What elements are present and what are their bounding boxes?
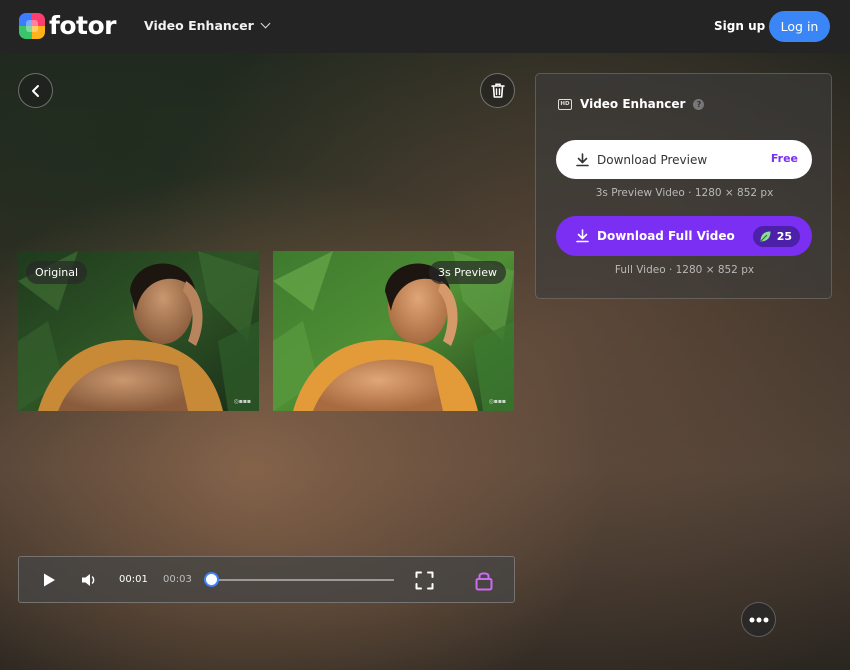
download-panel: HD Video Enhancer ? Download Preview Fre… bbox=[535, 73, 832, 299]
more-options-button[interactable] bbox=[741, 602, 776, 637]
duration-time: 00:03 bbox=[163, 574, 192, 585]
volume-icon[interactable] bbox=[81, 572, 98, 588]
play-icon[interactable] bbox=[41, 572, 57, 588]
video-player-controls: 00:01 00:03 bbox=[18, 556, 515, 603]
more-icon bbox=[749, 617, 768, 622]
nav-video-enhancer-label: Video Enhancer bbox=[144, 18, 254, 33]
free-badge: Free bbox=[770, 152, 798, 165]
top-header: fotor Video Enhancer Sign up Log in bbox=[0, 0, 850, 53]
nav-video-enhancer-menu[interactable]: Video Enhancer bbox=[144, 18, 271, 33]
signup-link[interactable]: Sign up bbox=[714, 19, 765, 33]
chevron-down-icon bbox=[260, 18, 271, 29]
chevron-left-icon bbox=[31, 84, 39, 97]
fotor-logo-icon bbox=[19, 13, 45, 39]
delete-button[interactable] bbox=[480, 73, 515, 108]
download-icon bbox=[576, 229, 589, 243]
credit-count: 25 bbox=[776, 230, 792, 243]
download-icon bbox=[576, 152, 589, 166]
download-full-video-label: Download Full Video bbox=[597, 229, 735, 243]
enhanced-image-preview: 3s Preview ◎▪▪▪ bbox=[273, 251, 514, 411]
progress-track[interactable] bbox=[211, 579, 394, 581]
fotor-logo[interactable]: fotor bbox=[19, 11, 117, 40]
download-full-video-button[interactable]: Download Full Video 25 bbox=[556, 216, 812, 256]
progress-scrubber[interactable] bbox=[204, 572, 219, 587]
preview-video-info: 3s Preview Video · 1280 × 852 px bbox=[595, 187, 774, 199]
download-preview-label: Download Preview bbox=[597, 152, 708, 167]
credit-badge: 25 bbox=[752, 226, 800, 247]
watermark-logo: ◎▪▪▪ bbox=[488, 398, 506, 405]
panel-title: Video Enhancer bbox=[580, 97, 686, 111]
login-button[interactable]: Log in bbox=[769, 11, 830, 42]
trash-icon bbox=[490, 83, 505, 98]
watermark-logo: ◎▪▪▪ bbox=[233, 398, 251, 405]
full-video-info: Full Video · 1280 × 852 px bbox=[614, 264, 755, 276]
hd-icon: HD bbox=[558, 98, 572, 110]
lock-icon[interactable] bbox=[474, 570, 494, 591]
leaf-icon bbox=[760, 231, 771, 242]
enhanced-preview-label: 3s Preview bbox=[428, 261, 506, 284]
fullscreen-icon[interactable] bbox=[415, 571, 434, 590]
original-image-preview: Original ◎▪▪▪ bbox=[18, 251, 259, 411]
panel-header: HD Video Enhancer ? bbox=[558, 97, 705, 111]
current-time: 00:01 bbox=[119, 574, 148, 585]
back-button[interactable] bbox=[18, 73, 53, 108]
download-preview-button[interactable]: Download Preview Free bbox=[556, 140, 812, 179]
brand-name: fotor bbox=[49, 11, 117, 40]
original-label: Original bbox=[26, 261, 88, 284]
help-icon[interactable]: ? bbox=[693, 98, 705, 110]
